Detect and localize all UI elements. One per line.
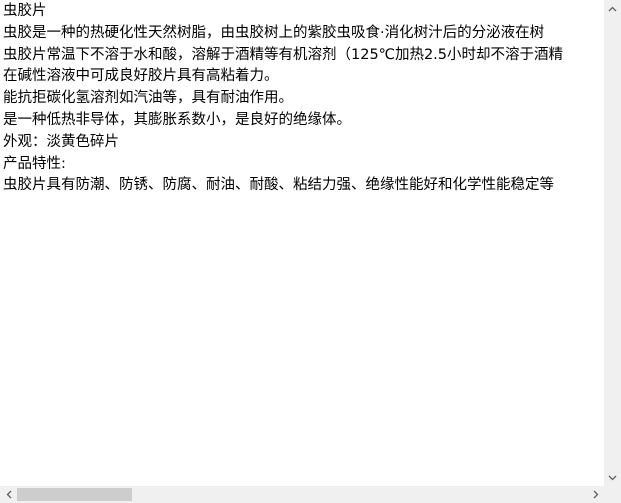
scroll-right-button[interactable] [587,486,604,503]
text-viewport[interactable]: 虫胶片 虫胶是一种的热硬化性天然树脂，由虫胶树上的紫胶虫吸食·消化树汁后的分泌液… [0,0,604,486]
document-text: 虫胶片 虫胶是一种的热硬化性天然树脂，由虫胶树上的紫胶虫吸食·消化树汁后的分泌液… [3,1,563,197]
text-line: 是一种低热非导体，其膨胀系数小，是良好的绝缘体。 [3,111,351,128]
text-line: 虫胶片具有防潮、防锈、防腐、耐油、耐酸、粘结力强、绝缘性能好和化学性能稳定等 [3,177,554,194]
chevron-down-icon [608,475,617,480]
text-line: 在碱性溶液中可成良好胶片具有高粘着力。 [3,68,279,85]
text-line: 虫胶是一种的热硬化性天然树脂，由虫胶树上的紫胶虫吸食·消化树汁后的分泌液在树 [3,24,545,41]
scroll-left-button[interactable] [0,486,17,503]
text-line: 虫胶片 [3,3,47,19]
vertical-scrollbar[interactable] [604,0,621,486]
scrollbar-corner [604,486,621,503]
chevron-right-icon [593,490,598,499]
horizontal-scroll-thumb[interactable] [17,488,132,501]
text-line: 产品特性: [3,155,66,172]
text-line: 外观：淡黄色碎片 [3,133,119,150]
horizontal-scrollbar[interactable] [0,486,604,503]
text-line: 能抗拒碳化氢溶剂如汽油等，具有耐油作用。 [3,90,293,107]
chevron-left-icon [6,490,11,499]
scroll-up-button[interactable] [604,0,621,17]
scroll-down-button[interactable] [604,469,621,486]
chevron-up-icon [608,6,617,11]
text-line: 虫胶片常温下不溶于水和酸，溶解于酒精等有机溶剂（125℃加热2.5小时却不溶于酒… [3,46,564,63]
